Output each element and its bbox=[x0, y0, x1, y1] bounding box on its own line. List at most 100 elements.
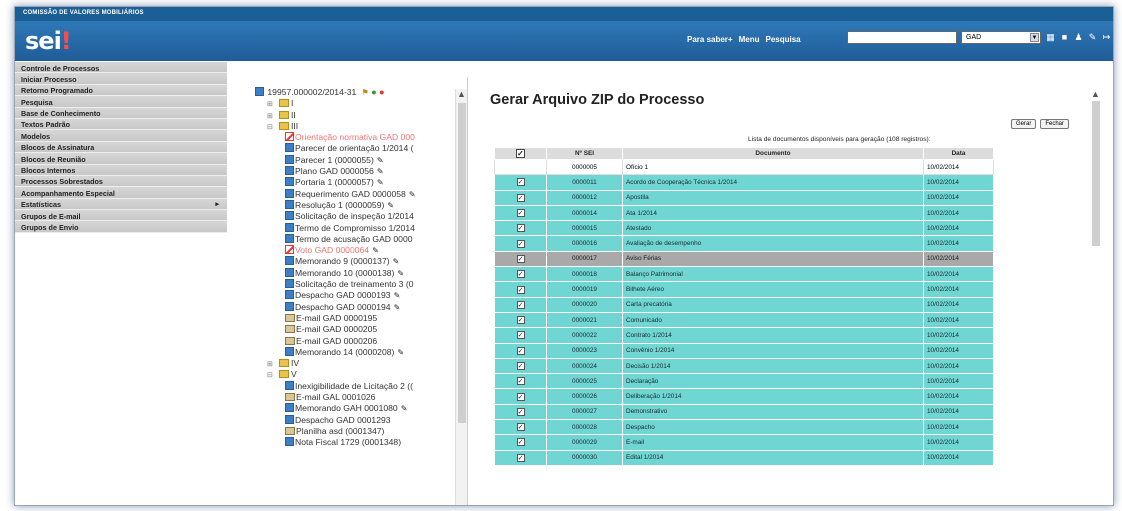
table-row[interactable]: ✓ 0000015 Atestado 10/02/2014 bbox=[494, 220, 994, 237]
pen-icon[interactable]: ✎ bbox=[409, 189, 416, 200]
tree-item-label[interactable]: Memorando 9 (0000137) bbox=[295, 256, 390, 266]
tree-item-label[interactable]: Parecer 1 (0000055) bbox=[295, 155, 374, 165]
stop-icon[interactable]: ■ bbox=[1059, 32, 1070, 43]
row-select-cell[interactable]: ✓ bbox=[494, 250, 547, 268]
process-number[interactable]: 19957.000002/2014-31 bbox=[267, 87, 356, 97]
row-checkbox[interactable]: ✓ bbox=[516, 178, 525, 187]
tree-document[interactable]: Plano GAD 0000056 ✎ bbox=[255, 166, 450, 177]
tree-document[interactable]: Parecer de orientação 1/2014 ( bbox=[255, 143, 450, 154]
tree-item-label[interactable]: Resolução 1 (0000059) bbox=[295, 200, 384, 210]
tree-document[interactable]: Termo de Compromisso 1/2014 bbox=[255, 222, 450, 234]
row-select-cell[interactable]: ✓ bbox=[494, 373, 547, 390]
pen-icon[interactable]: ✎ bbox=[387, 200, 394, 211]
tree-item-label[interactable]: Portaria 1 (0000057) bbox=[295, 177, 374, 187]
pen-icon[interactable]: ✎ bbox=[377, 177, 384, 188]
menu-item[interactable]: Blocos de Reunião bbox=[15, 153, 227, 165]
tree-document[interactable]: Orientação normativa GAD 000 bbox=[255, 132, 450, 143]
tree-item-label[interactable]: E-mail GAD 0000206 bbox=[296, 336, 377, 346]
tree-item-label[interactable]: III bbox=[291, 121, 298, 131]
tree-folder[interactable]: ⊞ IV bbox=[255, 358, 450, 369]
row-select-cell[interactable]: ✓ bbox=[494, 419, 547, 436]
tree-item-label[interactable]: IV bbox=[291, 358, 299, 368]
table-row[interactable]: ✓ 0000025 Declaração 10/02/2014 bbox=[494, 373, 994, 390]
tree-item-label[interactable]: Nota Fiscal 1729 (0001348) bbox=[295, 437, 401, 447]
tree-item-label[interactable]: Memorando GAH 0001080 bbox=[295, 403, 398, 413]
row-checkbox[interactable]: ✓ bbox=[516, 377, 525, 386]
menu-item[interactable]: Blocos Internos bbox=[15, 164, 227, 176]
pen-icon[interactable]: ✎ bbox=[397, 268, 404, 279]
tree-document[interactable]: E-mail GAD 0000195 bbox=[255, 313, 450, 324]
tree-item-label[interactable]: I bbox=[291, 98, 293, 108]
table-row[interactable]: ✓ 0000020 Carta precatória 10/02/2014 bbox=[494, 296, 994, 313]
row-checkbox[interactable]: ✓ bbox=[516, 392, 525, 401]
tree-document[interactable]: Nota Fiscal 1729 (0001348) bbox=[255, 437, 450, 448]
table-row[interactable]: ✓ 0000029 E-mail 10/02/2014 bbox=[494, 434, 994, 451]
tree-item-label[interactable]: Despacho GAD 0000194 bbox=[295, 302, 391, 312]
table-row[interactable]: ✓ 0000011 Acordo de Cooperação Técnica 1/2… bbox=[494, 174, 994, 191]
tree-item-label[interactable]: Voto GAD 0000064 bbox=[295, 245, 369, 255]
pen-icon[interactable]: ✎ bbox=[377, 166, 384, 177]
tree-folder[interactable]: ⊟ III bbox=[255, 121, 450, 132]
tree-document[interactable]: Voto GAD 0000064 ✎ bbox=[255, 245, 450, 256]
tree-item-label[interactable]: V bbox=[291, 369, 297, 379]
row-select-cell[interactable]: ✓ bbox=[494, 189, 547, 206]
tree-document[interactable]: Memorando 14 (0000208) ✎ bbox=[255, 346, 450, 358]
row-select-cell[interactable]: ✓ bbox=[494, 266, 547, 283]
row-select-cell[interactable]: ✓ bbox=[494, 449, 547, 466]
tree-item-label[interactable]: Planilha asd (0001347) bbox=[296, 426, 384, 436]
row-select-cell[interactable]: ✓ bbox=[494, 174, 547, 191]
pen-icon[interactable]: ✎ bbox=[394, 302, 401, 313]
row-select-cell[interactable]: ✓ bbox=[494, 296, 547, 313]
tree-document[interactable]: E-mail GAD 0000205 bbox=[255, 324, 450, 335]
tree-root[interactable]: 19957.000002/2014-31 ⚑ ● ● bbox=[255, 87, 450, 98]
tree-item-label[interactable]: Parecer de orientação 1/2014 ( bbox=[295, 143, 413, 153]
panel-scroll-thumb[interactable] bbox=[1092, 101, 1100, 246]
row-select-cell[interactable]: ✓ bbox=[494, 235, 547, 252]
pen-icon[interactable]: ✎ bbox=[394, 290, 401, 301]
tree-scrollbar[interactable]: ▲ bbox=[455, 89, 467, 505]
menu-item[interactable]: Pesquisa bbox=[15, 96, 227, 108]
tool-icon[interactable]: ✎ bbox=[1087, 32, 1098, 43]
table-row[interactable]: ✓ 0000018 Balanço Patrimonial 10/02/2014 bbox=[494, 266, 994, 283]
tree-item-label[interactable]: E-mail GAD 0000205 bbox=[296, 324, 377, 334]
table-row[interactable]: ✓ 0000017 Aviso Férias 10/02/2014 bbox=[494, 250, 994, 268]
row-checkbox[interactable]: ✓ bbox=[516, 438, 525, 447]
tree-document[interactable]: Portaria 1 (0000057) ✎ bbox=[255, 177, 450, 188]
tree-folder[interactable]: ⊟ V bbox=[255, 369, 450, 380]
row-checkbox[interactable]: ✓ bbox=[516, 346, 525, 355]
row-checkbox[interactable]: ✓ bbox=[516, 316, 525, 325]
search-input[interactable] bbox=[847, 31, 957, 44]
tree-document[interactable]: Parecer 1 (0000055) ✎ bbox=[255, 154, 450, 166]
table-row[interactable]: ✓ 0000023 Convênio 1/2014 10/02/2014 bbox=[494, 342, 994, 359]
menu-item[interactable]: Base de Conhecimento bbox=[15, 107, 227, 119]
process-actions-icon[interactable]: ⚑ bbox=[362, 88, 369, 97]
table-row[interactable]: ✓ 0000022 Contrato 1/2014 10/02/2014 bbox=[494, 327, 994, 344]
menu-item[interactable]: Textos Padrão bbox=[15, 118, 227, 131]
table-row[interactable]: ✓ 0000026 Deliberação 1/2014 10/02/2014 bbox=[494, 388, 994, 405]
user-icon[interactable]: ♟ bbox=[1073, 32, 1084, 43]
tree-item-label[interactable]: E-mail GAD 0000195 bbox=[296, 313, 377, 323]
sei-logo[interactable]: sei! bbox=[25, 27, 72, 55]
nav-para-saber[interactable]: Para saber+ bbox=[687, 35, 733, 44]
tree-item-label[interactable]: Orientação normativa GAD 000 bbox=[295, 132, 415, 142]
tree-item-label[interactable]: E-mail GAL 0001026 bbox=[296, 392, 375, 402]
row-checkbox[interactable]: ✓ bbox=[516, 239, 525, 248]
table-row[interactable]: ✓ 0000016 Avaliação de desempenho 10/02/201… bbox=[494, 235, 994, 252]
tree-item-label[interactable]: Despacho GAD 0001293 bbox=[295, 415, 391, 425]
table-row[interactable]: ✓ 0000019 Bilhete Aéreo 10/02/2014 bbox=[494, 281, 994, 298]
tree-scroll-thumb[interactable] bbox=[458, 103, 466, 423]
pen-icon[interactable]: ✎ bbox=[397, 347, 404, 358]
row-select-cell[interactable]: ✓ bbox=[494, 403, 547, 421]
row-checkbox[interactable]: ✓ bbox=[516, 285, 525, 294]
tree-document[interactable]: Inexigibilidade de Licitação 2 (( bbox=[255, 380, 450, 392]
tree-item-label[interactable]: Solicitação de treinamento 3 (0 bbox=[295, 279, 413, 289]
row-select-cell[interactable]: ✓ bbox=[494, 311, 547, 329]
chevron-down-icon[interactable]: ▼ bbox=[1030, 33, 1039, 42]
row-checkbox[interactable]: ✓ bbox=[516, 423, 525, 432]
row-select-cell[interactable]: ✓ bbox=[494, 204, 547, 222]
table-row[interactable]: ✓ 0000014 Ata 1/2014 10/02/2014 bbox=[494, 204, 994, 222]
row-select-cell[interactable]: ✓ bbox=[494, 281, 547, 298]
pen-icon[interactable]: ✎ bbox=[372, 245, 379, 256]
tree-document[interactable]: Planilha asd (0001347) bbox=[255, 426, 450, 437]
row-select-cell[interactable]: ✓ bbox=[494, 220, 547, 237]
